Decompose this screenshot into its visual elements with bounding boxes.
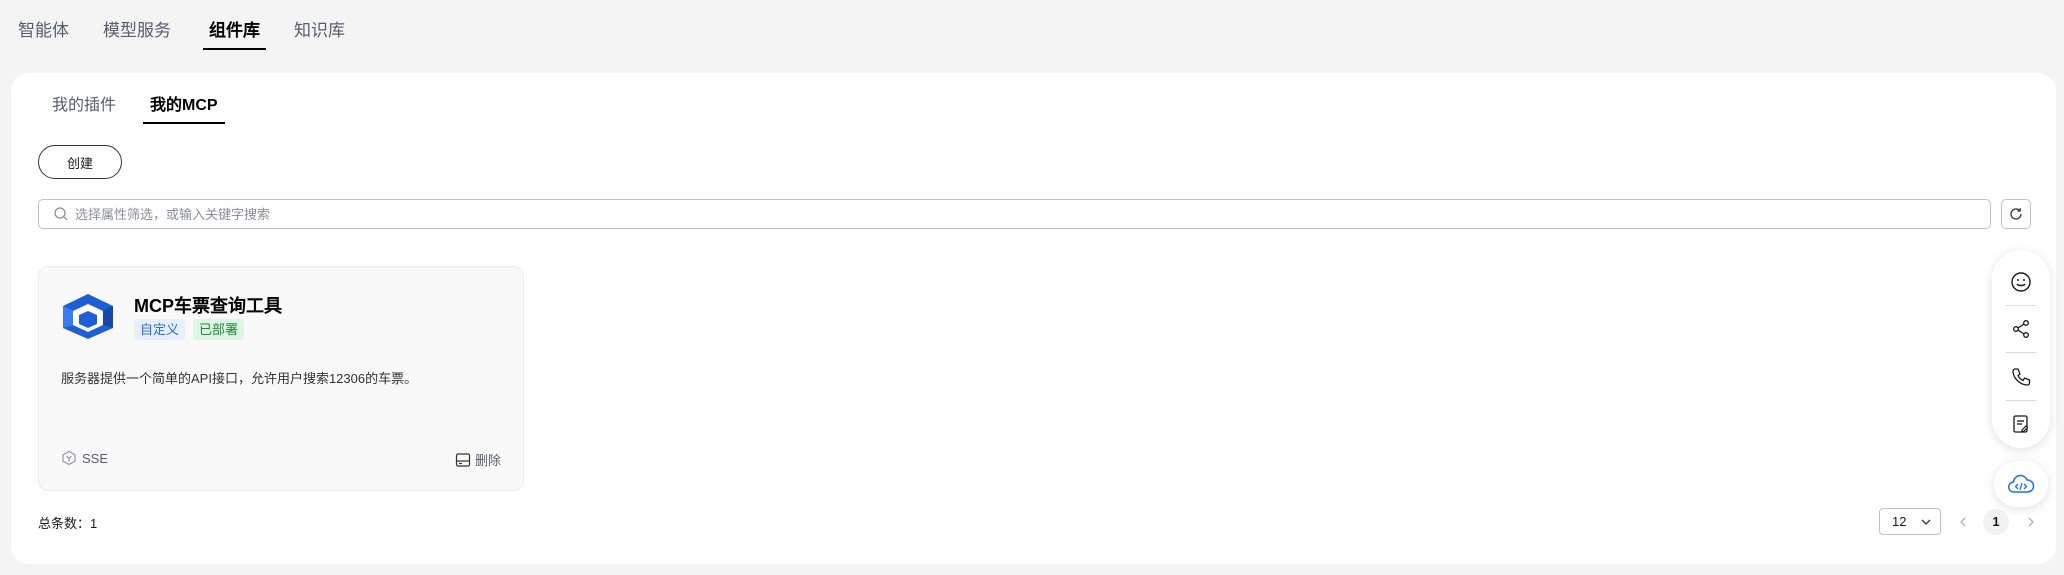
delete-icon	[454, 451, 472, 469]
chevron-down-icon	[1920, 516, 1932, 528]
next-page-button[interactable]	[2019, 510, 2043, 534]
card-title: MCP车票查询工具	[134, 296, 282, 316]
phone-button[interactable]	[1992, 353, 2050, 401]
search-icon	[53, 206, 69, 222]
delete-button[interactable]: 删除	[454, 450, 501, 469]
delete-label: 删除	[474, 453, 501, 468]
create-button[interactable]: 创建	[38, 145, 122, 179]
top-nav: 智能体 模型服务 组件库 知识库	[16, 0, 377, 50]
sub-tab-my-mcp[interactable]: 我的MCP	[143, 96, 225, 124]
protocol-info: SSE	[61, 450, 108, 466]
smile-icon	[2010, 271, 2032, 293]
protocol-icon	[61, 450, 77, 466]
tag-custom: 自定义	[134, 319, 186, 340]
total-count: 总条数：1	[38, 513, 97, 532]
pagination: 12 1	[1879, 508, 2043, 535]
prev-page-button[interactable]	[1951, 510, 1975, 534]
main-panel: 我的插件 我的MCP 创建 MCP车票查询工具 自定义 已部署 服务器	[11, 73, 2056, 564]
page-number-current[interactable]: 1	[1983, 508, 2009, 535]
refresh-icon	[2008, 206, 2024, 222]
page-size-select[interactable]: 12	[1879, 508, 1941, 535]
phone-icon	[2010, 366, 2032, 388]
feedback-button[interactable]	[1992, 258, 2050, 306]
share-button[interactable]	[1992, 306, 2050, 354]
card-description: 服务器提供一个简单的API接口，允许用户搜索12306的车票。	[61, 371, 418, 386]
chevron-right-icon	[2025, 516, 2037, 528]
top-tab-model-service[interactable]: 模型服务	[101, 21, 177, 50]
document-edit-icon	[2010, 413, 2032, 435]
search-bar	[38, 199, 1991, 229]
top-tab-agent[interactable]: 智能体	[16, 21, 75, 50]
floating-toolbar	[1992, 250, 2050, 448]
mcp-card[interactable]: MCP车票查询工具 自定义 已部署 服务器提供一个简单的API接口，允许用户搜索…	[38, 266, 524, 491]
card-tags: 自定义 已部署	[134, 319, 252, 340]
cloud-code-button[interactable]	[1994, 461, 2048, 507]
notes-button[interactable]	[1992, 401, 2050, 449]
search-input[interactable]	[75, 206, 1875, 222]
sub-tabs: 我的插件 我的MCP	[45, 96, 245, 124]
top-tab-knowledge-base[interactable]: 知识库	[292, 21, 351, 50]
share-icon	[2010, 318, 2032, 340]
protocol-label: SSE	[82, 450, 109, 466]
total-label: 总条数：	[38, 516, 91, 531]
total-value: 1	[90, 516, 98, 531]
top-tab-component-library[interactable]: 组件库	[203, 21, 266, 50]
cloud-code-icon	[2007, 473, 2035, 495]
page-size-value: 12	[1892, 514, 1907, 529]
tag-deployed: 已部署	[193, 319, 245, 340]
chevron-left-icon	[1957, 516, 1969, 528]
refresh-button[interactable]	[2001, 199, 2031, 229]
sub-tab-my-plugins[interactable]: 我的插件	[45, 96, 123, 124]
mcp-logo-icon	[61, 292, 115, 340]
